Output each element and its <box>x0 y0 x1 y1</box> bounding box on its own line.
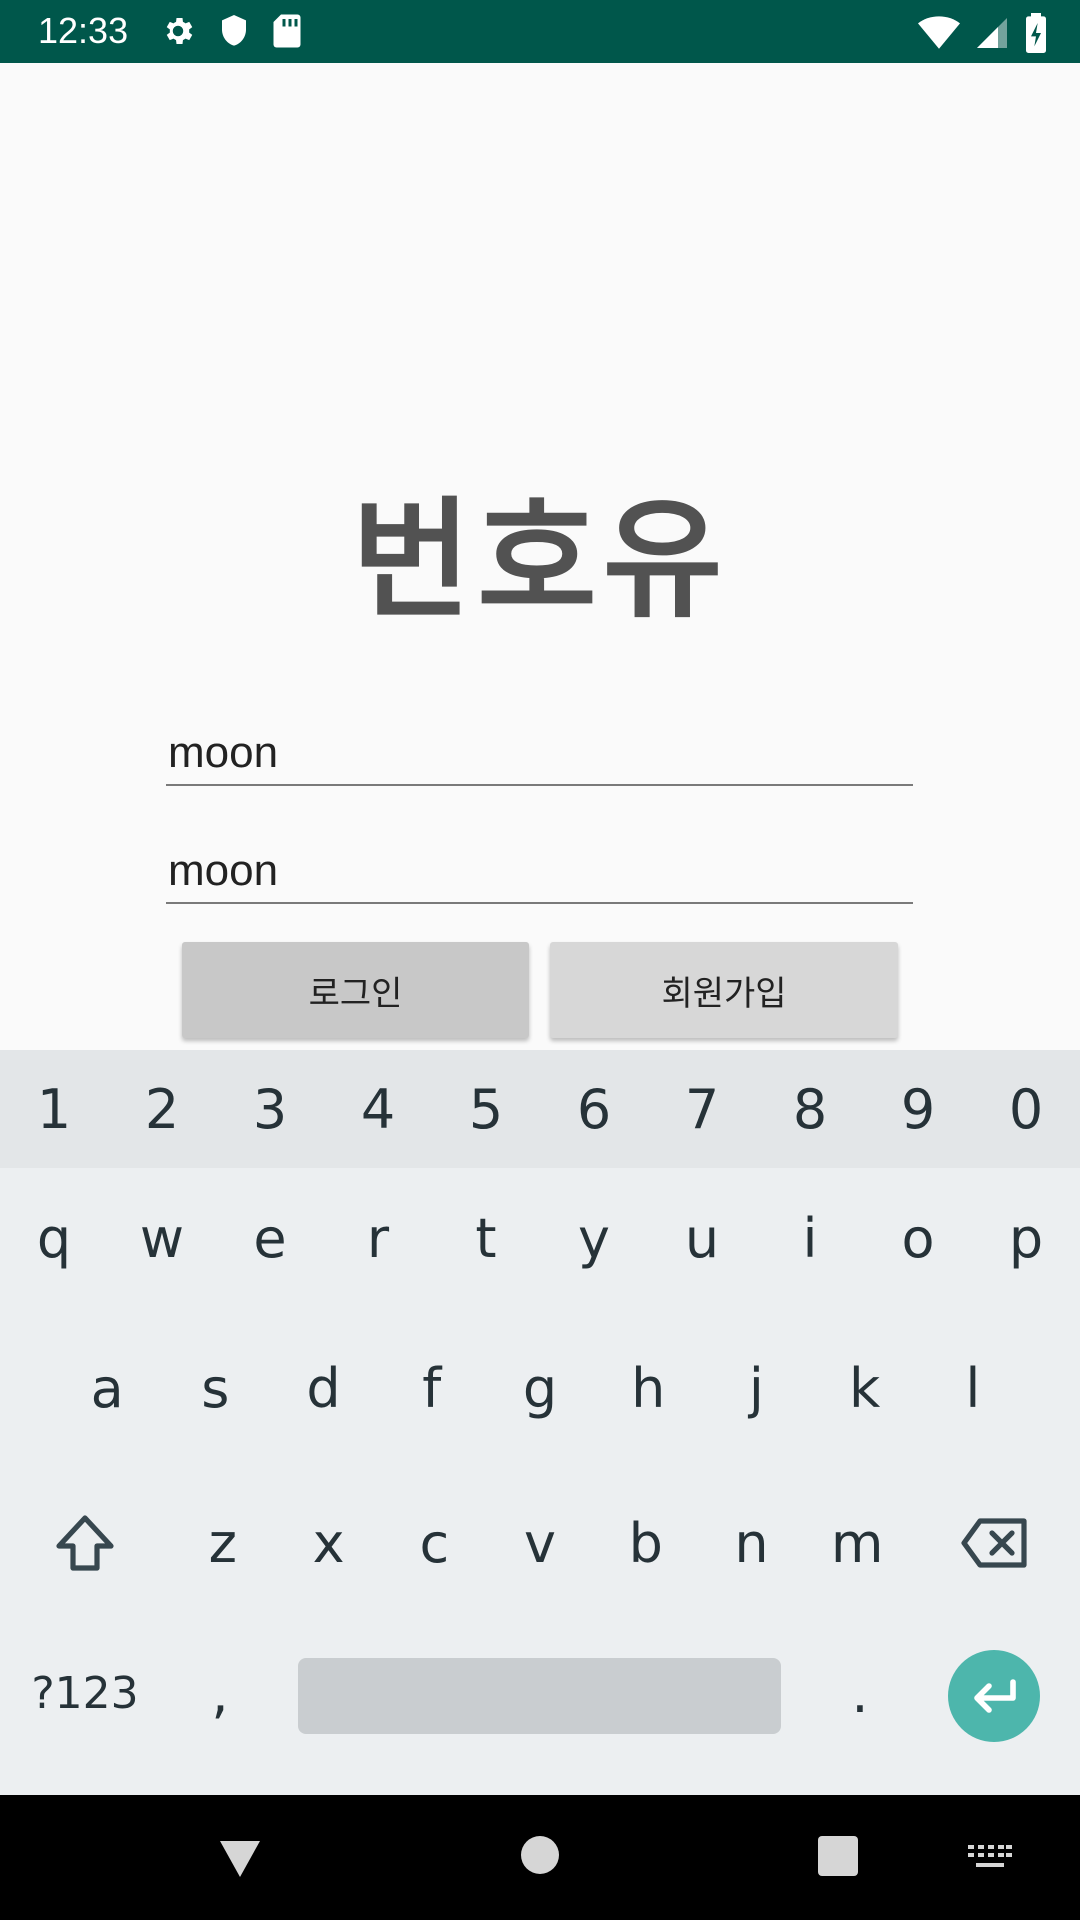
key-7[interactable]: 7 <box>648 1050 756 1168</box>
signal-icon <box>977 18 1007 48</box>
key-2[interactable]: 2 <box>108 1050 216 1168</box>
status-time: 12:33 <box>38 10 129 51</box>
enter-icon <box>974 1679 1016 1713</box>
login-button[interactable]: 로그인 <box>182 942 529 1038</box>
key-1[interactable]: 1 <box>0 1050 108 1168</box>
key-q[interactable]: q <box>0 1168 108 1308</box>
wifi-icon <box>918 16 960 49</box>
sd-card-icon <box>273 14 301 48</box>
key-l[interactable]: l <box>919 1308 1027 1468</box>
key-5[interactable]: 5 <box>432 1050 540 1168</box>
key-8[interactable]: 8 <box>756 1050 864 1168</box>
back-icon[interactable] <box>216 1837 264 1879</box>
app-logo-title: 번호유 <box>351 484 729 636</box>
key-v[interactable]: v <box>487 1468 593 1618</box>
battery-charging-icon <box>1026 13 1046 53</box>
home-icon[interactable] <box>520 1835 560 1875</box>
key-z[interactable]: z <box>170 1468 276 1618</box>
enter-key[interactable] <box>948 1650 1040 1742</box>
key-9[interactable]: 9 <box>864 1050 972 1168</box>
keyboard-number-row: 1 2 3 4 5 6 7 8 9 0 <box>0 1050 1080 1168</box>
navigation-bar <box>0 1795 1080 1920</box>
key-n[interactable]: n <box>699 1468 805 1618</box>
backspace-key[interactable] <box>910 1468 1080 1618</box>
recents-icon[interactable] <box>818 1836 858 1876</box>
symbols-key[interactable]: ?123 <box>0 1618 170 1768</box>
key-y[interactable]: y <box>540 1168 648 1308</box>
key-x[interactable]: x <box>276 1468 382 1618</box>
password-input[interactable] <box>166 840 913 902</box>
backspace-icon <box>961 1518 1027 1568</box>
key-d[interactable]: d <box>269 1308 377 1468</box>
username-field[interactable] <box>166 722 913 786</box>
key-3[interactable]: 3 <box>216 1050 324 1168</box>
signup-button[interactable]: 회원가입 <box>550 942 898 1038</box>
gear-icon <box>166 17 193 45</box>
key-g[interactable]: g <box>486 1308 594 1468</box>
key-6[interactable]: 6 <box>540 1050 648 1168</box>
key-0[interactable]: 0 <box>972 1050 1080 1168</box>
shift-icon <box>56 1515 114 1571</box>
key-u[interactable]: u <box>648 1168 756 1308</box>
key-a[interactable]: a <box>53 1308 161 1468</box>
key-h[interactable]: h <box>594 1308 702 1468</box>
soft-keyboard: 1 2 3 4 5 6 7 8 9 0 q w e r t y u i o p … <box>0 1050 1080 1795</box>
key-f[interactable]: f <box>378 1308 486 1468</box>
key-4[interactable]: 4 <box>324 1050 432 1168</box>
keyboard-row-bottom: ?123 , . <box>0 1618 1080 1768</box>
key-w[interactable]: w <box>108 1168 216 1308</box>
key-c[interactable]: c <box>381 1468 487 1618</box>
key-b[interactable]: b <box>593 1468 699 1618</box>
key-k[interactable]: k <box>811 1308 919 1468</box>
keyboard-switch-icon[interactable] <box>968 1845 1012 1871</box>
keyboard-row-z: z x c v b n m <box>0 1468 1080 1618</box>
shift-key[interactable] <box>0 1468 170 1618</box>
key-s[interactable]: s <box>161 1308 269 1468</box>
status-bar: 12:33 <box>0 0 1080 63</box>
key-m[interactable]: m <box>804 1468 910 1618</box>
keyboard-row-a: a s d f g h j k l <box>53 1308 1027 1468</box>
key-i[interactable]: i <box>756 1168 864 1308</box>
shield-icon <box>222 15 246 46</box>
period-key[interactable]: . <box>810 1618 910 1768</box>
spacebar[interactable] <box>298 1658 781 1734</box>
username-input[interactable] <box>166 722 913 784</box>
key-j[interactable]: j <box>702 1308 810 1468</box>
key-o[interactable]: o <box>864 1168 972 1308</box>
key-r[interactable]: r <box>324 1168 432 1308</box>
password-field[interactable] <box>166 840 913 904</box>
key-e[interactable]: e <box>216 1168 324 1308</box>
key-p[interactable]: p <box>972 1168 1080 1308</box>
keyboard-row-q: q w e r t y u i o p <box>0 1168 1080 1308</box>
key-t[interactable]: t <box>432 1168 540 1308</box>
comma-key[interactable]: , <box>170 1618 270 1768</box>
